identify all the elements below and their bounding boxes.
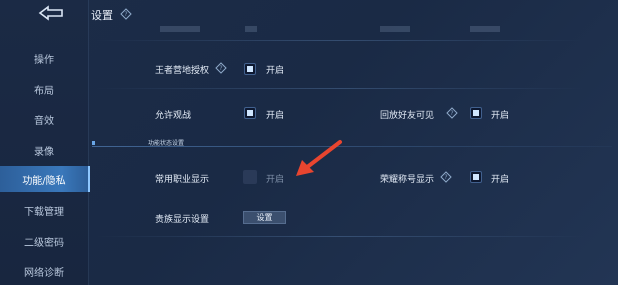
noble-display-label: 贵族显示设置 bbox=[155, 215, 210, 225]
common-job-checkbox[interactable] bbox=[243, 170, 257, 184]
divider bbox=[95, 88, 585, 89]
common-job-state: 开启 bbox=[266, 175, 285, 185]
noble-settings-button[interactable]: 设置 bbox=[243, 211, 286, 224]
scrolled-row-fragment bbox=[470, 26, 500, 32]
red-arrow-icon bbox=[296, 140, 342, 176]
svg-text:?: ? bbox=[219, 65, 222, 72]
allow-watch-label: 允许观战 bbox=[155, 111, 192, 121]
honor-title-label: 荣耀称号显示 bbox=[380, 175, 435, 185]
section-header: 功能状态设置 bbox=[92, 138, 612, 148]
common-job-label: 常用职业显示 bbox=[155, 175, 210, 185]
section-header-marker bbox=[92, 141, 95, 145]
camp-auth-checkbox[interactable] bbox=[244, 63, 256, 75]
sidebar-item-label: 布局 bbox=[34, 85, 54, 97]
help-diamond-icon[interactable]: ? bbox=[215, 62, 227, 74]
page-title: 设置 bbox=[91, 9, 113, 22]
replay-friends-checkbox[interactable] bbox=[470, 107, 482, 119]
sidebar-item-label: 下载管理 bbox=[24, 206, 64, 218]
sidebar-item-label: 功能/隐私 bbox=[22, 175, 66, 187]
sidebar-item-network[interactable]: 网络诊断 bbox=[0, 258, 88, 284]
sidebar-item-secondary-password[interactable]: 二级密码 bbox=[0, 228, 88, 254]
back-arrow-icon[interactable] bbox=[36, 5, 66, 21]
scrolled-row-fragment bbox=[160, 26, 200, 32]
sidebar-item-operation[interactable]: 操作 bbox=[0, 45, 88, 71]
replay-friends-label: 回放好友可见 bbox=[380, 111, 435, 121]
sidebar-item-function-privacy[interactable]: 功能/隐私 bbox=[0, 166, 90, 192]
divider bbox=[95, 236, 585, 237]
sidebar-item-download[interactable]: 下载管理 bbox=[0, 197, 88, 223]
camp-auth-state: 开启 bbox=[266, 66, 285, 76]
sidebar-item-sound[interactable]: 音效 bbox=[0, 106, 88, 132]
honor-title-checkbox[interactable] bbox=[470, 171, 482, 183]
honor-title-state: 开启 bbox=[491, 175, 510, 185]
sidebar-item-label: 网络诊断 bbox=[24, 267, 64, 279]
help-diamond-icon[interactable]: ? bbox=[120, 8, 132, 20]
allow-watch-checkbox[interactable] bbox=[244, 107, 256, 119]
camp-auth-label: 王者营地授权 bbox=[155, 66, 210, 76]
allow-watch-state: 开启 bbox=[266, 111, 285, 121]
scrolled-row-fragment bbox=[380, 26, 410, 32]
sidebar-item-layout[interactable]: 布局 bbox=[0, 76, 88, 102]
svg-text:?: ? bbox=[450, 110, 453, 117]
section-underline bbox=[92, 146, 612, 147]
sidebar: 操作 布局 音效 录像 功能/隐私 下载管理 二级密码 网络诊断 bbox=[0, 0, 90, 285]
svg-text:?: ? bbox=[124, 11, 127, 18]
sidebar-item-label: 操作 bbox=[34, 54, 54, 66]
sidebar-item-recording[interactable]: 录像 bbox=[0, 137, 88, 163]
help-diamond-icon[interactable]: ? bbox=[440, 171, 452, 183]
svg-text:?: ? bbox=[444, 174, 447, 181]
sidebar-item-label: 二级密码 bbox=[24, 237, 64, 249]
scrolled-row-fragment bbox=[245, 26, 257, 32]
sidebar-item-label: 音效 bbox=[34, 115, 54, 127]
divider bbox=[95, 40, 585, 41]
sidebar-item-label: 录像 bbox=[34, 146, 54, 158]
help-diamond-icon[interactable]: ? bbox=[446, 107, 458, 119]
replay-friends-state: 开启 bbox=[491, 111, 510, 121]
